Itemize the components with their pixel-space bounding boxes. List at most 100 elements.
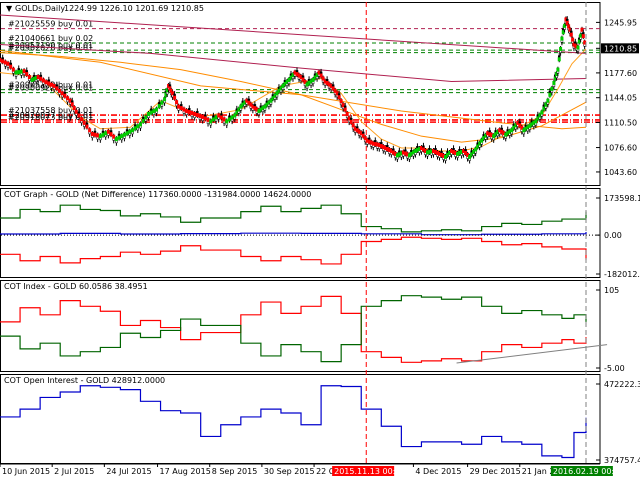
time-badge-label-11: 2016.02.19 00:00 <box>553 467 624 476</box>
bear-dot <box>349 119 353 124</box>
bull-dot <box>128 129 132 134</box>
main-price-label-2: 1177.60 <box>604 69 637 78</box>
bull-dot <box>560 36 564 41</box>
bull-dot <box>141 118 145 123</box>
bull-dot <box>559 46 563 51</box>
bull-dot <box>17 70 21 75</box>
bull-dot <box>557 57 561 62</box>
bear-dot <box>195 112 199 117</box>
bear-dot <box>85 124 89 129</box>
bear-dot <box>6 61 10 66</box>
pane1-price-label-1: 0.00 <box>604 231 622 240</box>
bull-dot <box>149 110 153 115</box>
bear-dot <box>571 37 575 42</box>
bull-dot <box>227 117 231 122</box>
order-label-0: #21025559 buy 0.01 <box>8 20 93 29</box>
bull-dot <box>211 117 215 122</box>
bear-dot <box>39 76 43 81</box>
bull-dot <box>147 112 151 116</box>
time-label-3: 17 Aug 2015 <box>160 467 211 476</box>
time-label-5: 30 Sep 2015 <box>264 467 315 476</box>
bull-dot <box>214 115 218 120</box>
main-price-label-5: 1076.60 <box>604 144 637 153</box>
chart-canvas[interactable]: #21025559 buy 0.01#21040661 buy 0.02#209… <box>0 0 640 480</box>
bear-dot <box>66 96 70 101</box>
bear-dot <box>106 129 110 134</box>
bear-dot <box>222 117 226 122</box>
bear-dot <box>3 60 7 65</box>
bear-dot <box>93 132 97 137</box>
bear-dot <box>339 99 343 104</box>
bear-dot <box>25 72 29 77</box>
main-price-label-3: 1144.05 <box>604 94 637 103</box>
bear-dot <box>193 112 197 116</box>
symbol-dropdown-arrow[interactable]: ▼ <box>6 4 13 13</box>
bear-dot <box>182 107 186 112</box>
time-label-8: 4 Dec 2015 <box>415 467 461 476</box>
bull-dot <box>546 98 550 103</box>
time-label-9: 29 Dec 2015 <box>470 467 521 476</box>
time-badge-label-7: 2015.11.13 00:00 <box>334 467 405 476</box>
bull-dot <box>133 126 137 131</box>
bull-dot <box>122 132 126 137</box>
bear-dot <box>11 67 15 72</box>
bear-dot <box>187 110 191 115</box>
bull-dot <box>152 109 156 114</box>
bull-dot <box>136 124 140 129</box>
bear-dot <box>77 113 81 118</box>
bear-dot <box>1 59 5 64</box>
bear-dot <box>569 32 573 37</box>
bear-dot <box>22 69 26 74</box>
time-label-2: 24 Jul 2015 <box>106 467 151 476</box>
pane3-price-label-1: 374757.4 <box>604 456 640 465</box>
bear-dot <box>219 115 223 120</box>
bear-dot <box>175 100 179 105</box>
bear-dot <box>581 34 585 39</box>
bear-dot <box>47 81 51 86</box>
bear-dot <box>201 114 205 119</box>
bear-dot <box>88 128 92 133</box>
bear-dot <box>82 120 86 125</box>
bull-dot <box>552 80 556 85</box>
current-price-label: 1210.85 <box>604 44 637 53</box>
order-label-3: #20902026 buy 0.01 <box>8 44 93 53</box>
bull-dot <box>209 119 213 124</box>
bull-dot <box>550 86 554 91</box>
bear-dot <box>185 109 189 114</box>
bear-dot <box>190 111 194 116</box>
bull-dot <box>117 135 121 140</box>
bear-dot <box>63 93 67 98</box>
bear-dot <box>52 83 56 88</box>
bull-dot <box>556 67 560 72</box>
bear-dot <box>72 106 76 111</box>
bull-dot <box>14 70 18 75</box>
bear-dot <box>177 104 181 109</box>
main-price-label-6: 1043.60 <box>604 168 637 177</box>
bull-dot <box>230 115 234 120</box>
bear-dot <box>74 109 78 114</box>
bear-dot <box>351 123 355 128</box>
bull-dot <box>144 115 148 120</box>
bear-dot <box>50 82 54 87</box>
main-price-label-0: 1245.95 <box>604 18 637 27</box>
time-label-0: 10 Jun 2015 <box>2 467 50 476</box>
bear-dot <box>203 116 207 121</box>
time-label-1: 2 Jul 2015 <box>54 467 94 476</box>
bear-dot <box>343 107 347 112</box>
bear-dot <box>109 132 113 137</box>
bear-dot <box>179 106 183 111</box>
bear-dot <box>80 117 84 122</box>
bear-dot <box>60 91 64 96</box>
bull-dot <box>540 110 544 115</box>
main-price-label-4: 1110.50 <box>604 119 637 128</box>
bull-dot <box>155 107 159 112</box>
bull-dot <box>138 122 142 127</box>
cot-open-interest-title: COT Open Interest - GOLD 428912.0000 <box>4 376 165 385</box>
bull-dot <box>114 137 118 142</box>
pane3-price-label-0: 472222.3 <box>604 380 640 389</box>
bull-dot <box>19 69 23 74</box>
bull-dot <box>101 132 105 137</box>
bear-dot <box>70 102 74 107</box>
ohlc-values: 1224.99 1226.10 1201.69 1210.85 <box>64 4 204 13</box>
bear-dot <box>36 75 40 80</box>
